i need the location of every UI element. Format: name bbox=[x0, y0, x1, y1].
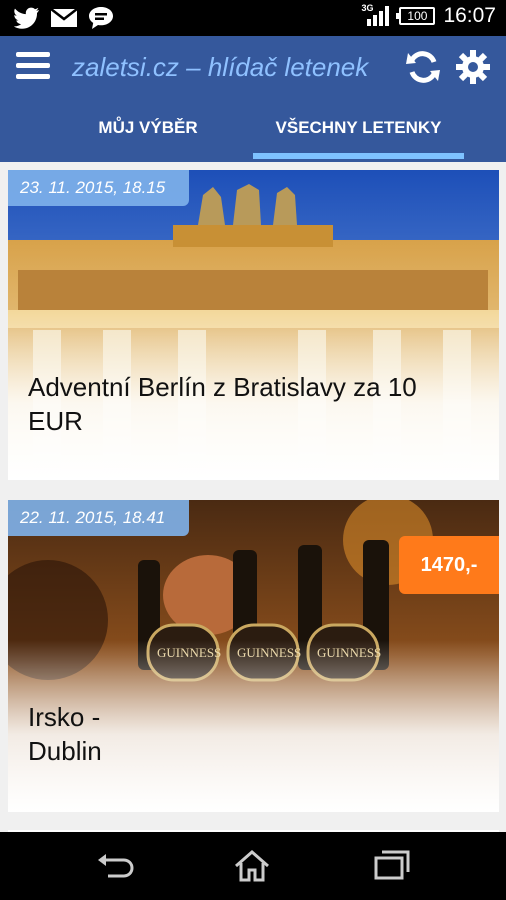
date-badge: 23. 11. 2015, 18.15 bbox=[8, 170, 189, 206]
clock: 16:07 bbox=[443, 4, 496, 27]
deal-card[interactable]: GUINNESS GUINNESS GUINNESS 22. 11. 2015,… bbox=[8, 500, 499, 812]
battery-icon: 100 bbox=[396, 7, 436, 25]
deals-list[interactable]: 23. 11. 2015, 18.15 Adventní Berlín z Br… bbox=[0, 162, 506, 832]
deal-title: Adventní Berlín z Bratislavy za 10 EUR bbox=[28, 372, 417, 436]
signal-icon: 3G bbox=[361, 3, 391, 27]
home-icon[interactable] bbox=[232, 848, 272, 884]
system-nav-bar bbox=[0, 832, 506, 900]
recent-apps-icon[interactable] bbox=[372, 848, 412, 884]
app-bar: zaletsi.cz – hlídač letenek MŮJ VÝBĚR VŠ… bbox=[0, 36, 506, 162]
twitter-icon bbox=[14, 7, 39, 29]
date-badge: 22. 11. 2015, 18.41 bbox=[8, 500, 189, 536]
app-title: zaletsi.cz – hlídač letenek bbox=[72, 52, 369, 82]
back-icon[interactable] bbox=[94, 848, 134, 884]
gear-icon[interactable] bbox=[454, 48, 492, 86]
tab-my-selection[interactable]: MŮJ VÝBĚR bbox=[48, 106, 248, 162]
chat-icon bbox=[89, 7, 113, 29]
refresh-icon[interactable] bbox=[404, 48, 442, 86]
menu-icon[interactable] bbox=[16, 52, 50, 82]
tab-indicator bbox=[253, 153, 464, 159]
deal-card[interactable]: 23. 11. 2015, 18.15 Adventní Berlín z Br… bbox=[8, 170, 499, 480]
status-bar: 3G 100 16:07 bbox=[0, 0, 506, 36]
deal-title: Irsko - Dublin bbox=[28, 702, 102, 766]
mail-icon bbox=[50, 8, 78, 27]
price-badge: 1470,- bbox=[399, 536, 499, 594]
